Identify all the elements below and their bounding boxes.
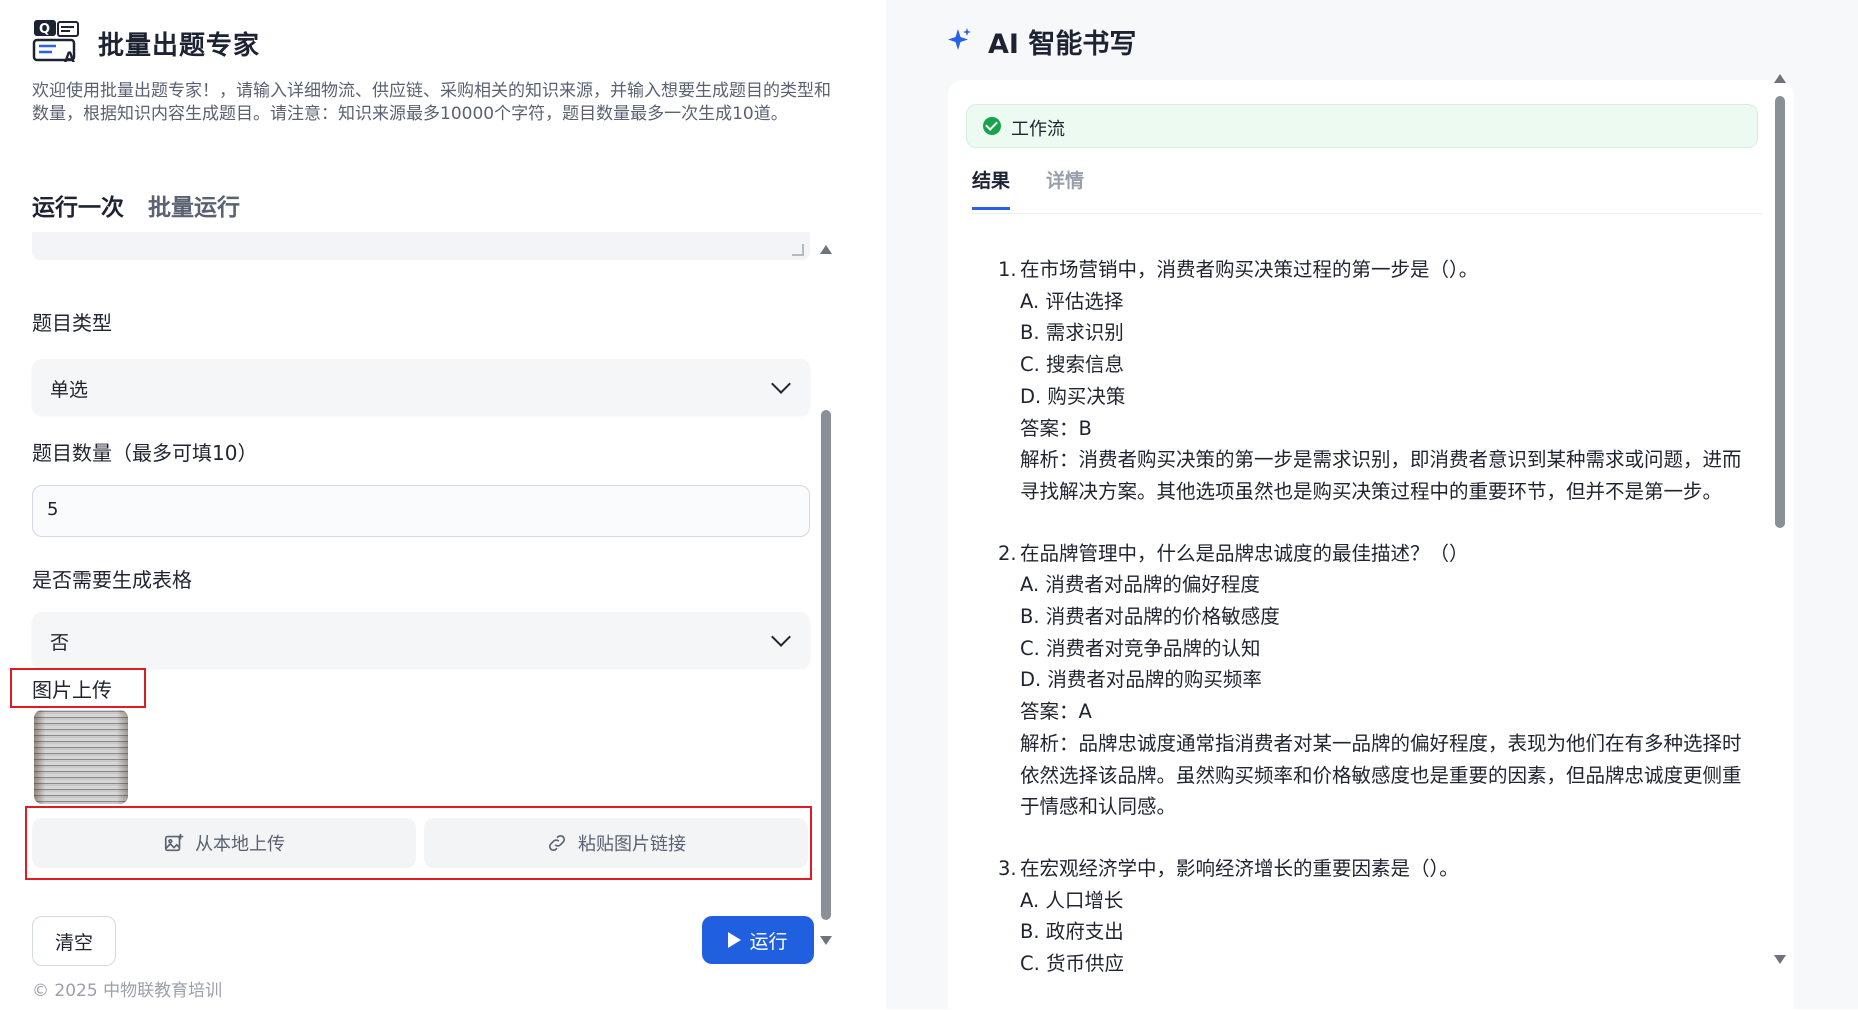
question-title: 在宏观经济学中，影响经济增长的重要因素是（）。 <box>1020 856 1459 880</box>
question-option: B. 政府支出 <box>1020 920 1124 944</box>
question-option: A. 人口增长 <box>1020 888 1124 912</box>
tab-details[interactable]: 详情 <box>1046 166 1084 210</box>
tabs-divider <box>972 213 1762 214</box>
result-tabs: 结果 详情 <box>972 166 1084 210</box>
upload-local-button[interactable]: 从本地上传 <box>32 818 416 868</box>
question-number: 2. <box>998 541 1017 565</box>
question-title: 在品牌管理中，什么是品牌忠诚度的最佳描述？（） <box>1020 541 1469 565</box>
quiz-app-icon: Q A <box>32 20 79 66</box>
need-table-select[interactable]: 否 <box>32 612 810 668</box>
link-icon <box>548 834 566 852</box>
scroll-down-icon[interactable] <box>820 936 832 945</box>
question-option: C. 消费者对竞争品牌的认知 <box>1020 636 1261 660</box>
run-mode-tabs: 运行一次 批量运行 <box>32 188 240 235</box>
tab-result[interactable]: 结果 <box>972 166 1011 210</box>
question-option: B. 需求识别 <box>1020 321 1124 345</box>
image-upload-label: 图片上传 <box>32 678 112 702</box>
question-count-input[interactable]: 5 <box>32 485 810 537</box>
question-number: 1. <box>998 258 1017 281</box>
right-panel: AI 智能书写 工作流 结果 详情 1. 在市场营销中，消费者购买决策过程的第一步… <box>886 0 1858 1010</box>
chevron-down-icon <box>771 374 791 394</box>
question-item: 2. 在品牌管理中，什么是品牌忠诚度的最佳描述？（） A. 消费者对品牌的偏好程度… <box>998 538 1758 823</box>
app-title: 批量出题专家 <box>98 31 261 61</box>
question-count-label: 题目数量（最多可填10） <box>32 441 258 465</box>
question-option: B. 消费者对品牌的价格敏感度 <box>1020 605 1280 629</box>
paste-image-link-button[interactable]: 粘贴图片链接 <box>424 818 808 868</box>
scrollbar-thumb[interactable] <box>1775 96 1785 528</box>
tab-batch-run[interactable]: 批量运行 <box>148 188 240 235</box>
generated-questions: 1. 在市场营销中，消费者购买决策过程的第一步是（）。 A. 评估选择 B. 需求… <box>998 254 1758 1010</box>
ai-writing-title: AI 智能书写 <box>988 29 1137 60</box>
chevron-down-icon <box>771 627 791 647</box>
scroll-up-icon[interactable] <box>820 245 832 254</box>
question-option: C. 货币供应 <box>1020 952 1125 976</box>
play-icon <box>728 932 742 948</box>
uploaded-image-thumbnail[interactable] <box>34 710 128 804</box>
question-title: 在市场营销中，消费者购买决策过程的第一步是（）。 <box>1020 258 1479 281</box>
app-description: 欢迎使用批量出题专家！，请输入详细物流、供应链、采购相关的知识来源，并输入想要生… <box>32 81 831 124</box>
form-scrollbar[interactable] <box>818 245 834 945</box>
scrollbar-thumb[interactable] <box>821 410 831 920</box>
svg-text:A: A <box>64 50 75 66</box>
question-option: A. 评估选择 <box>1020 289 1124 313</box>
form-scroll-area: 题目类型 单选 题目数量（最多可填10） 5 是否需要生成表格 否 图片上传 从… <box>0 232 834 882</box>
question-option: D. 消费者对品牌的购买频率 <box>1020 668 1262 692</box>
tab-run-once[interactable]: 运行一次 <box>32 188 124 235</box>
run-button[interactable]: 运行 <box>702 916 814 964</box>
result-scrollbar[interactable] <box>1772 74 1788 964</box>
paste-image-link-label: 粘贴图片链接 <box>578 834 686 855</box>
need-table-label: 是否需要生成表格 <box>32 568 192 592</box>
result-card: 工作流 结果 详情 1. 在市场营销中，消费者购买决策过程的第一步是（）。 A. … <box>948 80 1794 1010</box>
copyright-text: © 2025 中物联教育培训 <box>32 981 223 1001</box>
image-upload-icon <box>164 833 184 852</box>
workflow-status-bar[interactable]: 工作流 <box>966 104 1758 148</box>
question-type-value: 单选 <box>50 379 89 401</box>
question-answer: 答案：A <box>1020 700 1092 724</box>
knowledge-source-textarea[interactable] <box>32 232 810 260</box>
question-answer: 答案：B <box>1020 416 1092 440</box>
question-analysis: 解析：品牌忠诚度通常指消费者对某一品牌的偏好程度，表现为他们在有多种选择时依然选… <box>1020 731 1742 819</box>
question-option: C. 搜索信息 <box>1020 353 1125 377</box>
check-circle-icon <box>983 117 1001 135</box>
question-item: 1. 在市场营销中，消费者购买决策过程的第一步是（）。 A. 评估选择 B. 需求… <box>998 254 1758 508</box>
question-option: A. 消费者对品牌的偏好程度 <box>1020 573 1260 597</box>
question-type-select[interactable]: 单选 <box>32 359 810 415</box>
question-item: 3. 在宏观经济学中，影响经济增长的重要因素是（）。 A. 人口增长 B. 政府支… <box>998 853 1758 980</box>
run-button-label: 运行 <box>749 930 788 953</box>
left-panel: Q A 批量出题专家 欢迎使用批量出题专家！，请输入详细物流、供应链、采购相关的… <box>0 0 880 1009</box>
upload-local-label: 从本地上传 <box>195 834 285 855</box>
scroll-down-icon[interactable] <box>1774 955 1786 964</box>
question-number: 3. <box>998 856 1017 880</box>
svg-text:Q: Q <box>39 22 50 37</box>
need-table-value: 否 <box>50 632 70 654</box>
question-count-value: 5 <box>47 499 59 520</box>
clear-button[interactable]: 清空 <box>32 916 116 966</box>
question-type-label: 题目类型 <box>32 311 112 335</box>
resize-handle-icon[interactable] <box>792 244 804 256</box>
workflow-label: 工作流 <box>1011 119 1065 140</box>
sparkle-icon <box>948 28 971 50</box>
question-option: D. 购买决策 <box>1020 384 1126 408</box>
question-analysis: 解析：消费者购买决策的第一步是需求识别，即消费者意识到某种需求或问题，进而寻找解… <box>1020 448 1742 503</box>
scroll-up-icon[interactable] <box>1774 74 1786 83</box>
